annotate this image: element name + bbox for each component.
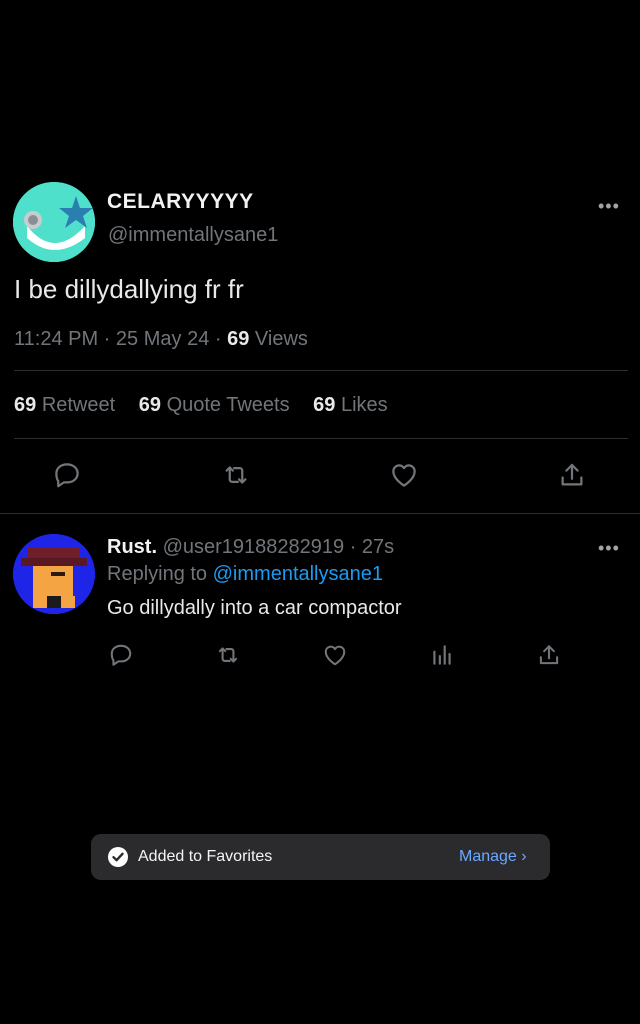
share-icon[interactable] — [536, 642, 562, 668]
toast-message: Added to Favorites — [138, 848, 273, 865]
meta-separator: · — [214, 328, 222, 350]
retweets-label: Retweet — [41, 394, 116, 416]
more-options-icon[interactable]: ••• — [598, 196, 620, 217]
quote-tweets-count: 69 — [138, 394, 161, 416]
divider — [14, 438, 628, 439]
likes-count: 69 — [313, 394, 336, 416]
reply-author-name[interactable]: Rust. — [107, 536, 157, 558]
manage-label: Manage — [459, 848, 517, 865]
reply-time: 27s — [361, 536, 395, 558]
avatar[interactable] — [13, 534, 95, 614]
meta-separator: · — [103, 328, 111, 350]
like-icon[interactable] — [389, 460, 419, 490]
retweet-icon[interactable] — [221, 460, 251, 490]
reply-text: Go dillydally into a car compactor — [107, 597, 402, 619]
quote-tweets-stat[interactable]: 69 Quote Tweets — [139, 394, 290, 417]
more-options-icon[interactable]: ••• — [598, 538, 620, 559]
divider — [0, 513, 640, 514]
reply-author-handle[interactable]: @user19188282919 — [163, 536, 345, 558]
likes-label: Likes — [340, 394, 388, 416]
header-separator: · — [349, 536, 357, 558]
replying-to-label: Replying to — [107, 563, 208, 585]
reply-tweet: Rust. @user19188282919 · 27s ••• Replyin… — [0, 530, 640, 680]
share-icon[interactable] — [557, 460, 587, 490]
retweets-count: 69 — [14, 394, 37, 416]
retweets-stat[interactable]: 69 Retweet — [14, 394, 115, 417]
tweet-date: 25 May 24 — [115, 328, 210, 350]
analytics-icon[interactable] — [429, 642, 455, 668]
views-label: Views — [254, 328, 308, 350]
chevron-right-icon: › — [521, 848, 527, 865]
avatar-image — [13, 182, 95, 262]
replying-to-handle[interactable]: @immentallysane1 — [213, 563, 383, 585]
reply-icon[interactable] — [108, 642, 134, 668]
avatar[interactable] — [13, 182, 95, 262]
tweet-time: 11:24 PM — [14, 328, 99, 350]
author-handle[interactable]: @immentallysane1 — [108, 224, 278, 247]
likes-stat[interactable]: 69 Likes — [313, 394, 388, 417]
tweet-meta: 11:24 PM · 25 May 24 · 69 Views — [14, 328, 308, 351]
reply-icon[interactable] — [52, 460, 82, 490]
tweet-text: I be dillydallying fr fr — [14, 274, 244, 304]
manage-button[interactable]: Manage › — [459, 848, 527, 866]
like-icon[interactable] — [322, 642, 348, 668]
views-count: 69 — [227, 328, 250, 350]
quote-tweets-label: Quote Tweets — [166, 394, 290, 416]
tweet-stats: 69 Retweet 69 Quote Tweets 69 Likes — [14, 394, 406, 417]
avatar-image — [13, 534, 95, 614]
favorites-toast: Added to Favorites Manage › — [91, 834, 550, 880]
checkmark-icon — [108, 847, 128, 867]
author-name[interactable]: CELARYYYYY — [107, 190, 254, 214]
divider — [14, 370, 628, 371]
retweet-icon[interactable] — [215, 642, 241, 668]
reply-header: Rust. @user19188282919 · 27s — [107, 536, 394, 559]
replying-to: Replying to @immentallysane1 — [107, 563, 383, 586]
